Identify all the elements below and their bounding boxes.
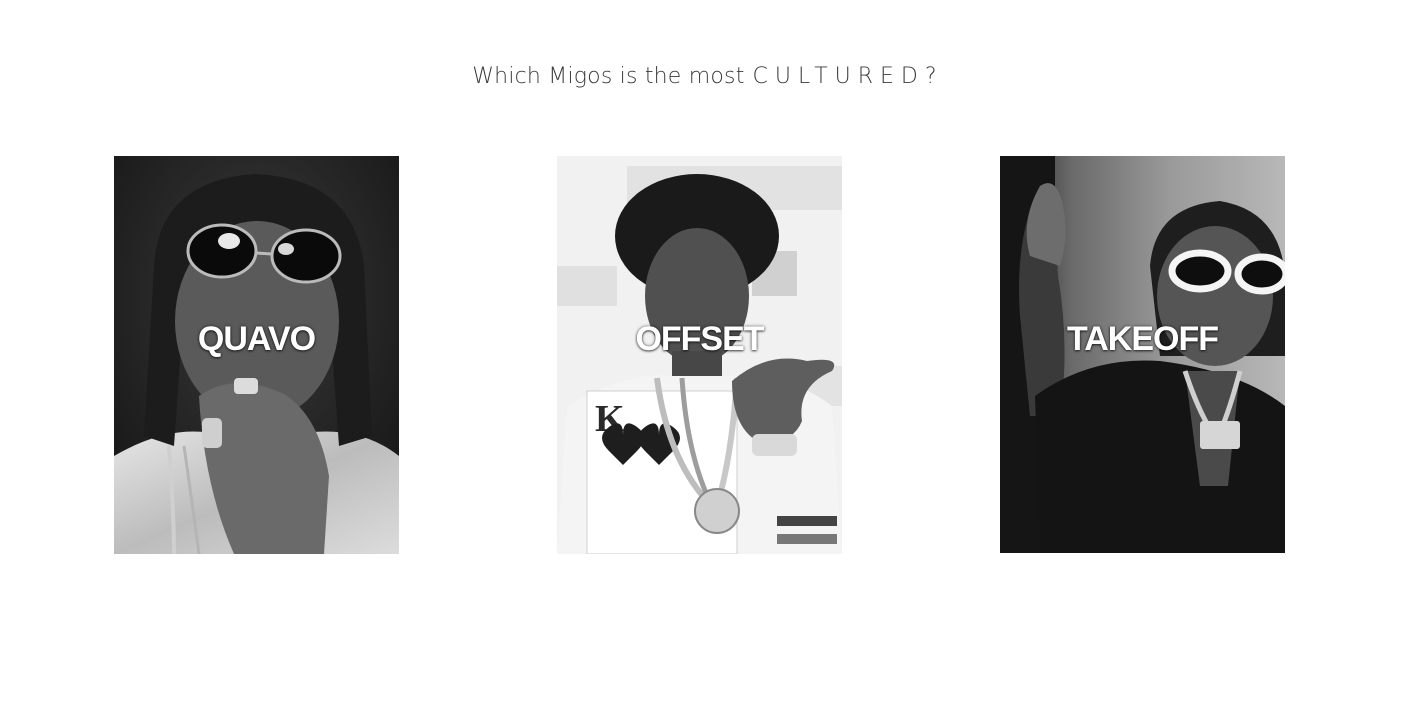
artist-name-label: TAKEOFF — [1066, 320, 1219, 358]
artist-card-takeoff[interactable]: TAKEOFF — [1000, 156, 1285, 553]
page-title: Which Migos is the most CULTURED? — [0, 64, 1409, 89]
artist-card-quavo[interactable]: QUAVO — [114, 156, 399, 554]
artist-name-label: QUAVO — [197, 320, 316, 358]
title-question: Which Migos is the most — [472, 64, 745, 89]
artist-card-offset[interactable]: K OFFSET — [557, 156, 842, 554]
title-punctuation: ? — [924, 64, 937, 89]
artist-name-label: OFFSET — [635, 320, 764, 358]
title-emphasis: CULTURED — [752, 64, 925, 89]
